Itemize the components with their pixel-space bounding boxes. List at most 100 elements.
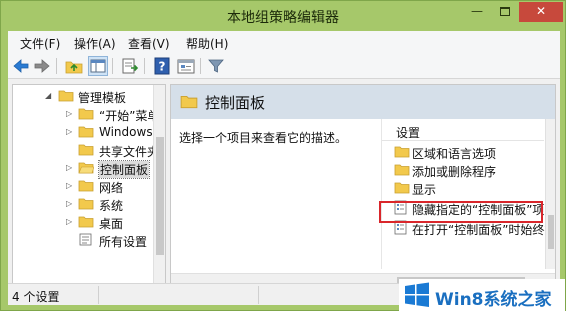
properties-icon	[177, 59, 195, 74]
tree-item-label: 共享文件夹	[99, 145, 160, 159]
status-text: 4 个设置	[12, 290, 60, 304]
toolbar-separator	[56, 58, 57, 74]
settings-column-header[interactable]: 设置	[382, 119, 544, 141]
menu-file[interactable]: 文件(F)	[20, 35, 60, 52]
tree-item-label: Windows	[99, 125, 153, 139]
toolbar: ?	[8, 53, 560, 79]
tree-item-all-settings[interactable]: 所有设置	[13, 231, 153, 249]
folder-icon	[78, 126, 94, 138]
scrollbar-thumb[interactable]	[548, 215, 554, 249]
export-list-button[interactable]	[120, 56, 140, 76]
collapsed-arrow-icon[interactable]: ▷	[66, 216, 76, 228]
client-area: 文件(F) 操作(A) 查看(V) 帮助(H) ? ◢ 管理模板 ▷ “开始”菜…	[8, 31, 560, 305]
show-hide-tree-icon	[90, 59, 106, 73]
column-header-label: 设置	[396, 126, 421, 140]
collapsed-arrow-icon[interactable]: ▷	[66, 162, 76, 174]
list-item[interactable]: 区域和语言选项	[382, 143, 546, 161]
export-list-icon	[122, 58, 139, 74]
folder-icon	[78, 180, 94, 192]
scrollbar-thumb[interactable]	[156, 137, 164, 255]
details-title: 控制面板	[205, 94, 266, 112]
app-window: 本地组策略编辑器 — ✕ 文件(F) 操作(A) 查看(V) 帮助(H) ? ◢…	[0, 0, 566, 311]
toolbar-separator	[112, 58, 113, 74]
maximize-icon	[500, 7, 510, 16]
tree-item-windows[interactable]: ▷ Windows	[13, 123, 153, 141]
tree-item-start-menu[interactable]: ▷ “开始”菜单	[13, 105, 159, 123]
folder-icon	[78, 198, 94, 210]
menu-action[interactable]: 操作(A)	[74, 35, 116, 52]
list-item[interactable]: 显示	[382, 179, 546, 197]
watermark: Win8系统之家	[399, 279, 565, 311]
collapsed-arrow-icon[interactable]: ▷	[66, 198, 76, 210]
list-item-label: 区域和语言选项	[412, 147, 497, 161]
expanded-arrow-icon[interactable]: ◢	[45, 90, 55, 102]
maximize-button[interactable]	[491, 2, 519, 22]
svg-text:?: ?	[159, 60, 166, 74]
minimize-icon: —	[471, 4, 483, 18]
collapsed-arrow-icon[interactable]: ▷	[66, 126, 76, 138]
list-item[interactable]: 添加或删除程序	[382, 161, 546, 179]
help-icon: ?	[154, 57, 170, 75]
list-item-label: 添加或删除程序	[412, 165, 497, 179]
collapsed-arrow-icon[interactable]: ▷	[66, 180, 76, 192]
folder-icon	[180, 95, 198, 109]
toolbar-separator	[144, 58, 145, 74]
menu-bar: 文件(F) 操作(A) 查看(V) 帮助(H)	[8, 31, 560, 53]
help-button[interactable]: ?	[152, 56, 172, 76]
collapsed-arrow-icon[interactable]: ▷	[66, 108, 76, 120]
list-vertical-scrollbar[interactable]	[545, 119, 555, 269]
tree-item-label: 系统	[99, 199, 124, 213]
toolbar-separator	[200, 58, 201, 74]
tree-pane[interactable]: ◢ 管理模板 ▷ “开始”菜单 ▷ Windows 共享文件夹 ▷ 控制面板 ▷…	[12, 84, 166, 289]
status-divider	[98, 286, 99, 304]
open-folder-icon	[78, 162, 94, 174]
folder-icon	[58, 90, 74, 102]
folder-icon	[78, 108, 94, 120]
details-header: 控制面板	[171, 85, 555, 119]
menu-help[interactable]: 帮助(H)	[186, 35, 228, 52]
up-level-button[interactable]	[64, 56, 84, 76]
all-settings-icon	[79, 233, 92, 246]
list-item-label: 在打开“控制面板”时始终打开	[412, 223, 546, 237]
folder-icon	[394, 164, 410, 176]
status-divider	[258, 286, 259, 304]
forward-button[interactable]	[32, 56, 52, 76]
filter-button[interactable]	[206, 56, 226, 76]
up-folder-icon	[65, 61, 83, 74]
tree-item-label: 网络	[99, 181, 124, 195]
folder-icon	[394, 146, 410, 158]
tree-item-system[interactable]: ▷ 系统	[13, 195, 153, 213]
filter-icon	[208, 59, 224, 73]
tree-item-desktop[interactable]: ▷ 桌面	[13, 213, 153, 231]
tree-item-label: 管理模板	[78, 91, 127, 105]
tree-item-label: 桌面	[99, 217, 124, 231]
folder-icon	[78, 216, 94, 228]
watermark-text: Win8系统之家	[435, 290, 552, 310]
menu-view[interactable]: 查看(V)	[128, 35, 170, 52]
folder-icon	[394, 182, 410, 194]
windows-logo-icon	[405, 282, 429, 307]
highlight-box	[379, 201, 543, 223]
back-button[interactable]	[11, 56, 31, 76]
tree-item-admin-templates[interactable]: ◢ 管理模板	[13, 87, 153, 105]
properties-button[interactable]	[176, 56, 196, 76]
folder-icon	[78, 144, 94, 156]
title-bar[interactable]: 本地组策略编辑器 — ✕	[1, 1, 565, 31]
show-hide-tree-button[interactable]	[88, 56, 108, 76]
tree-item-label: 控制面板	[97, 160, 151, 179]
list-item-label: 显示	[412, 183, 437, 197]
close-button[interactable]: ✕	[519, 2, 563, 22]
details-pane: 控制面板 选择一个项目来查看它的描述。 设置 区域和语言选项 添加或删除程序 显…	[170, 84, 556, 289]
tree-item-network[interactable]: ▷ 网络	[13, 177, 153, 195]
forward-arrow-icon	[34, 59, 50, 73]
close-icon: ✕	[535, 4, 547, 18]
minimize-button[interactable]: —	[463, 2, 491, 22]
tree-vertical-scrollbar[interactable]	[153, 85, 165, 288]
tree-item-label: “开始”菜单	[99, 109, 160, 123]
tree-item-label: 所有设置	[99, 235, 148, 249]
back-arrow-icon	[13, 59, 29, 73]
tree-item-shared-folders[interactable]: 共享文件夹	[13, 141, 159, 159]
description-text: 选择一个项目来查看它的描述。	[179, 131, 348, 145]
settings-list[interactable]: 设置 区域和语言选项 添加或删除程序 显示 隐藏指定的“控制面板”项 在打开“控…	[381, 119, 555, 269]
tree-item-control-panel[interactable]: ▷ 控制面板	[13, 159, 153, 179]
